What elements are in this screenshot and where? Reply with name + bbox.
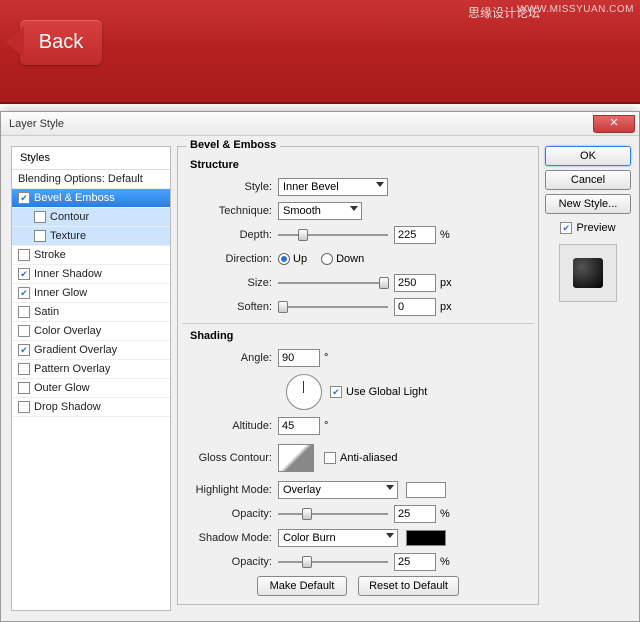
new-style-button[interactable]: New Style... [545,194,631,214]
size-label: Size: [188,277,278,289]
close-icon: ✕ [609,117,618,129]
checkbox-icon[interactable] [18,249,30,261]
chevron-down-icon [386,485,394,490]
size-slider[interactable] [278,276,388,290]
direction-down-radio[interactable] [321,253,333,265]
reset-default-button[interactable]: Reset to Default [358,576,459,596]
preview-label: Preview [576,222,615,234]
style-row-satin[interactable]: Satin [12,303,170,322]
styles-header[interactable]: Styles [12,147,170,170]
checkbox-icon[interactable] [18,344,30,356]
settings-panel: Bevel & Emboss Structure Style:Inner Bev… [177,146,539,611]
global-light-checkbox[interactable] [330,386,342,398]
checkbox-icon[interactable] [18,287,30,299]
checkbox-icon[interactable] [18,268,30,280]
highlight-opacity-slider[interactable] [278,507,388,521]
shadow-opacity-label: Opacity: [188,556,278,568]
angle-label: Angle: [188,352,278,364]
highlight-mode-select[interactable]: Overlay [278,481,398,499]
checkbox-icon[interactable] [18,363,30,375]
soften-input[interactable]: 0 [394,298,436,316]
angle-dial[interactable] [286,374,322,410]
back-button: Back [20,20,102,65]
chevron-down-icon [376,182,384,187]
dialog-title: Layer Style [1,118,64,130]
technique-label: Technique: [188,205,278,217]
checkbox-icon[interactable] [34,230,46,242]
checkbox-icon[interactable] [18,401,30,413]
bevel-group: Bevel & Emboss Structure Style:Inner Bev… [177,146,539,605]
technique-select[interactable]: Smooth [278,202,362,220]
shading-title: Shading [190,330,528,342]
chevron-down-icon [350,206,358,211]
gloss-contour-picker[interactable] [278,444,314,472]
dialog-buttons: OK Cancel New Style... Preview [545,146,631,611]
highlight-mode-label: Highlight Mode: [188,484,278,496]
watermark-url: WWW.MISSYUAN.COM [517,4,634,15]
angle-input[interactable]: 90 [278,349,320,367]
style-row-outer-glow[interactable]: Outer Glow [12,379,170,398]
direction-up-radio[interactable] [278,253,290,265]
chevron-down-icon [386,533,394,538]
highlight-color-swatch[interactable] [406,482,446,498]
tutorial-banner: Back 思缘设计论坛 WWW.MISSYUAN.COM [0,0,640,104]
altitude-label: Altitude: [188,420,278,432]
checkbox-icon[interactable] [18,192,30,204]
styles-list: Styles Blending Options: Default Bevel &… [11,146,171,611]
highlight-opacity-label: Opacity: [188,508,278,520]
titlebar: Layer Style ✕ [1,112,639,136]
altitude-input[interactable]: 45 [278,417,320,435]
checkbox-icon[interactable] [18,325,30,337]
direction-label: Direction: [188,253,278,265]
style-row-drop-shadow[interactable]: Drop Shadow [12,398,170,417]
highlight-opacity-input[interactable]: 25 [394,505,436,523]
group-title: Bevel & Emboss [186,139,280,151]
preview-thumbnail [559,244,617,302]
checkbox-icon[interactable] [34,211,46,223]
style-row-pattern-overlay[interactable]: Pattern Overlay [12,360,170,379]
style-row-contour[interactable]: Contour [12,208,170,227]
close-button[interactable]: ✕ [593,115,635,133]
size-input[interactable]: 250 [394,274,436,292]
depth-label: Depth: [188,229,278,241]
ok-button[interactable]: OK [545,146,631,166]
preview-checkbox[interactable] [560,222,572,234]
style-select[interactable]: Inner Bevel [278,178,388,196]
shadow-opacity-slider[interactable] [278,555,388,569]
style-row-inner-glow[interactable]: Inner Glow [12,284,170,303]
style-row-stroke[interactable]: Stroke [12,246,170,265]
cancel-button[interactable]: Cancel [545,170,631,190]
make-default-button[interactable]: Make Default [257,576,347,596]
shadow-color-swatch[interactable] [406,530,446,546]
shadow-opacity-input[interactable]: 25 [394,553,436,571]
checkbox-icon[interactable] [18,306,30,318]
style-row-gradient-overlay[interactable]: Gradient Overlay [12,341,170,360]
style-row-inner-shadow[interactable]: Inner Shadow [12,265,170,284]
style-row-bevel[interactable]: Bevel & Emboss [12,189,170,208]
antialias-checkbox[interactable] [324,452,336,464]
depth-input[interactable]: 225 [394,226,436,244]
soften-label: Soften: [188,301,278,313]
style-label: Style: [188,181,278,193]
layer-style-dialog: Layer Style ✕ Styles Blending Options: D… [0,111,640,622]
depth-slider[interactable] [278,228,388,242]
shadow-mode-label: Shadow Mode: [188,532,278,544]
style-row-texture[interactable]: Texture [12,227,170,246]
checkbox-icon[interactable] [18,382,30,394]
style-row-color-overlay[interactable]: Color Overlay [12,322,170,341]
structure-title: Structure [190,159,528,171]
blending-options-row[interactable]: Blending Options: Default [12,170,170,189]
soften-slider[interactable] [278,300,388,314]
gloss-label: Gloss Contour: [188,452,278,464]
shadow-mode-select[interactable]: Color Burn [278,529,398,547]
